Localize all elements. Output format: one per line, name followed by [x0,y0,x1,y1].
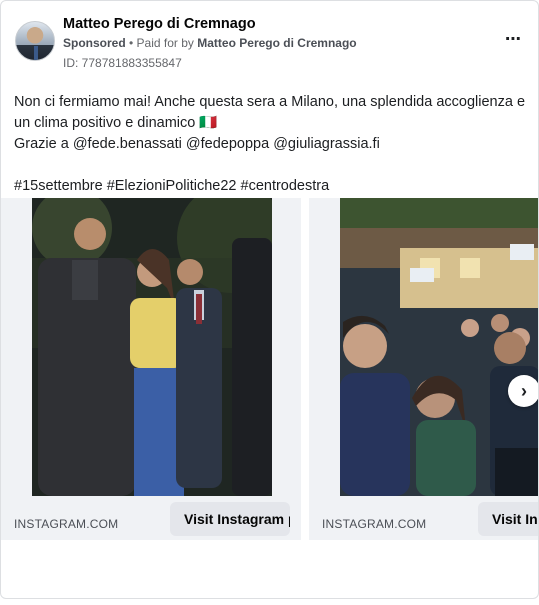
carousel-card[interactable]: INSTAGRAM.COM Visit Instagram profile [1,198,301,540]
ad-id: ID: 778781883355847 [63,56,182,70]
avatar[interactable] [15,21,55,61]
more-horizontal-icon[interactable]: ⋯ [501,31,525,49]
sponsored-line: Sponsored • Paid for by Matteo Perego di… [63,36,357,50]
carousel: INSTAGRAM.COM Visit Instagram profile [1,198,538,548]
page-name[interactable]: Matteo Perego di Cremnago [63,16,256,32]
event-photo-illustration [32,198,272,496]
paid-for-prefix: • Paid for by [129,36,194,50]
carousel-photo[interactable] [32,198,272,496]
paid-for-name[interactable]: Matteo Perego di Cremnago [197,36,356,50]
source-domain: INSTAGRAM.COM [322,517,427,531]
ad-post-card: Matteo Perego di Cremnago Sponsored • Pa… [0,0,539,599]
carousel-card[interactable]: INSTAGRAM.COM Visit Instagram profile [309,198,538,540]
chevron-right-icon[interactable]: › [508,375,538,407]
post-text-line-1: Non ci fermiamo mai! Anche questa sera a… [14,94,526,131]
visit-instagram-button[interactable]: Visit Instagram profile [478,502,538,536]
post-hashtags[interactable]: #15settembre #ElezioniPolitiche22 #centr… [14,176,529,197]
avatar-tie-shape [34,46,38,60]
post-text-line-2: Grazie a @fede.benassati @fedepoppa @giu… [14,136,380,152]
carousel-photo[interactable] [340,198,538,496]
post-header: Matteo Perego di Cremnago Sponsored • Pa… [15,13,525,73]
visit-instagram-button[interactable]: Visit Instagram profile [170,502,290,536]
post-text: Non ci fermiamo mai! Anche questa sera a… [14,92,529,197]
event-photo-illustration [340,198,538,496]
sponsored-label: Sponsored [63,36,126,50]
source-domain: INSTAGRAM.COM [14,517,119,531]
